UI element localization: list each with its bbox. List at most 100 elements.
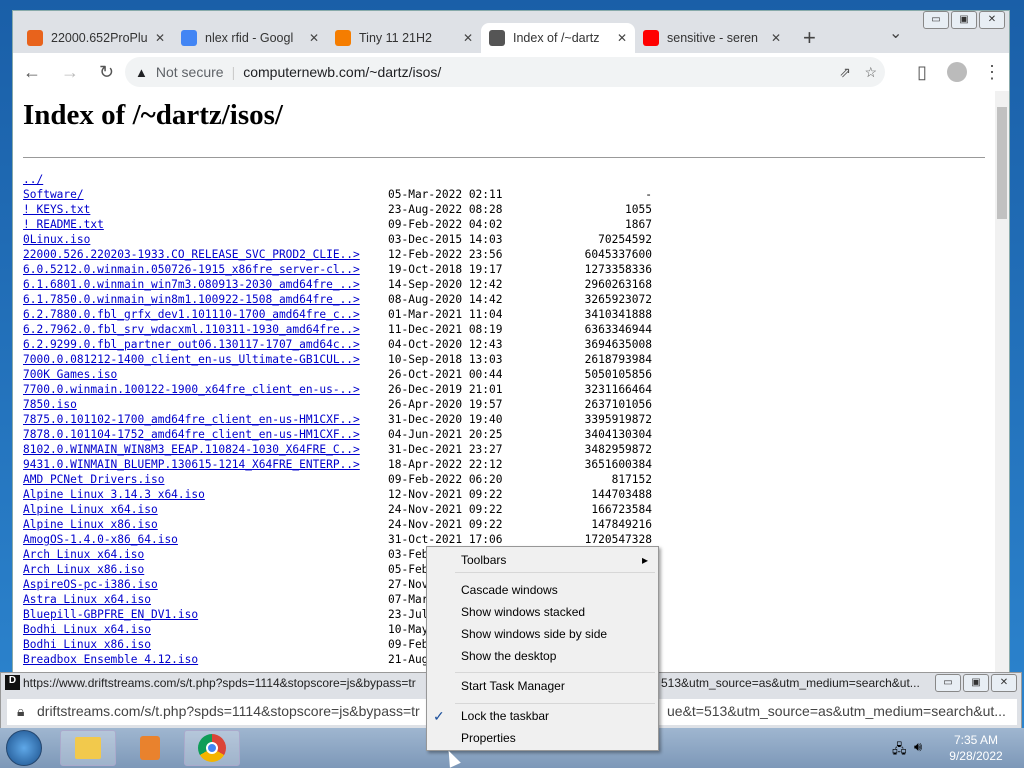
file-size: 2960263168 [584,278,652,291]
file-link[interactable]: Arch Linux x86.iso [23,562,388,577]
tab-close-icon[interactable]: ✕ [309,31,319,45]
list-item: 7850.iso 26-Apr-2020 19:57 2637101056 [23,397,652,412]
file-link[interactable]: Bodhi Linux x86.iso [23,637,388,652]
side-panel-icon[interactable]: ▯ [917,62,927,83]
menu-item[interactable]: Properties [461,728,516,748]
menu-item[interactable]: Show windows side by side [461,624,607,644]
file-size [548,172,652,187]
file-link[interactable]: 22000.526.220203-1933.CO_RELEASE_SVC_PRO… [23,247,388,262]
new-tab-button[interactable]: + [803,25,816,51]
popup-title-right: 513&utm_source=as&utm_medium=search&ut..… [661,676,920,690]
tab-close-icon[interactable]: ✕ [155,31,165,45]
profile-avatar[interactable] [947,62,967,82]
url-text[interactable]: computernewb.com/~dartz/isos/ [243,64,441,80]
file-date: 19-Oct-2018 19:17 [388,263,503,276]
file-link[interactable]: AspireOS-pc-i386.iso [23,577,388,592]
tab-close-icon[interactable]: ✕ [463,31,473,45]
file-link[interactable]: Arch Linux x64.iso [23,547,388,562]
tab-close-icon[interactable]: ✕ [771,31,781,45]
tab[interactable]: 22000.652ProPlu ✕ [19,23,173,53]
file-link[interactable]: Bluepill-GBPFRE_EN_DV1.iso [23,607,388,622]
file-date: 04-Oct-2020 12:43 [388,338,503,351]
tab-title: Tiny 11 21H2 [359,31,432,45]
forward-icon[interactable]: → [61,62,79,83]
menu-item[interactable]: Start Task Manager [461,676,565,696]
list-item: 6.2.7962.0.fbl_srv_wdacxml.110311-1930_a… [23,322,652,337]
file-link[interactable]: 7850.iso [23,397,388,412]
bookmark-star-icon[interactable]: ☆ [864,64,877,81]
tab[interactable]: nlex rfid - Googl ✕ [173,23,327,53]
menu-item[interactable]: Lock the taskbar [461,706,549,726]
file-link[interactable]: Astra Linux x64.iso [23,592,388,607]
file-link[interactable]: Alpine Linux x86.iso [23,517,388,532]
file-link[interactable]: ! README.txt [23,217,388,232]
minimize-button[interactable]: ▭ [923,11,949,29]
file-link[interactable]: 7000.0.081212-1400_client_en-us_Ultimate… [23,352,388,367]
file-size: 3395919872 [584,413,652,426]
file-link[interactable]: 7875.0.101102-1700_amd64fre_client_en-us… [23,412,388,427]
popup-minimize-button[interactable]: ▭ [935,674,961,692]
file-link[interactable]: 6.2.9299.0.fbl_partner_out06.130117-1707… [23,337,388,352]
file-link[interactable]: Software/ [23,187,388,202]
file-link[interactable]: AMD PCNet Drivers.iso [23,472,388,487]
file-date: 03-Dec-2015 14:03 [388,233,503,246]
file-link[interactable]: Alpine Linux x64.iso [23,502,388,517]
file-link[interactable]: 6.0.5212.0.winmain.050726-1915_x86fre_se… [23,262,388,277]
vertical-scrollbar[interactable] [995,91,1009,674]
file-link[interactable]: 6.2.7962.0.fbl_srv_wdacxml.110311-1930_a… [23,322,388,337]
file-link[interactable]: 9431.0.WINMAIN_BLUEMP.130615-1214_X64FRE… [23,457,388,472]
back-icon[interactable]: ← [23,62,41,83]
file-size: 6045337600 [584,248,652,261]
tab[interactable]: sensitive - seren ✕ [635,23,789,53]
menu-item[interactable]: Toolbars [461,550,506,570]
list-item: 22000.526.220203-1933.CO_RELEASE_SVC_PRO… [23,247,652,262]
reload-icon[interactable]: ↻ [99,62,114,83]
close-button[interactable]: ✕ [979,11,1005,29]
tab-title: 22000.652ProPlu [51,31,147,45]
tab[interactable]: Tiny 11 21H2 ✕ [327,23,481,53]
tab-search-icon[interactable]: ⌄ [889,23,902,43]
file-link[interactable]: AmogOS-1.4.0-x86_64.iso [23,532,388,547]
file-date: 09-Feb-2022 06:20 [388,473,503,486]
maximize-button[interactable]: ▣ [951,11,977,29]
list-item: 6.2.7880.0.fbl_grfx_dev1.101110-1700_amd… [23,307,652,322]
file-link[interactable]: 700K Games.iso [23,367,388,382]
volume-icon[interactable]: 🔊︎ [914,739,922,755]
clock[interactable]: 7:35 AM 9/28/2022 [944,732,1008,764]
menu-item[interactable]: Cascade windows [461,580,558,600]
file-link[interactable]: ! KEYS.txt [23,202,388,217]
file-link[interactable]: 6.1.7850.0.winmain_win8m1.100922-1508_am… [23,292,388,307]
list-item: 6.1.6801.0.winmain_win7m3.080913-2030_am… [23,277,652,292]
taskbar-media-player[interactable] [122,730,178,766]
file-link[interactable]: Breadbox Ensemble 4.12.iso [23,652,388,667]
menu-kebab-icon[interactable]: ⋮ [983,62,1001,83]
tab-close-icon[interactable]: ✕ [617,31,627,45]
popup-close-button[interactable]: ✕ [991,674,1017,692]
tab-title: Index of /~dartz [513,31,600,45]
menu-item[interactable]: Show the desktop [461,646,556,666]
file-link[interactable]: 0Linux.iso [23,232,388,247]
menu-item[interactable]: Show windows stacked [461,602,585,622]
file-link[interactable]: ../ [23,172,388,187]
file-size: 3231166464 [584,383,652,396]
file-link[interactable]: 7878.0.101104-1752_amd64fre_client_en-us… [23,427,388,442]
file-size: 2637101056 [584,398,652,411]
scrollbar-thumb[interactable] [997,107,1007,219]
file-link[interactable]: 6.1.6801.0.winmain_win7m3.080913-2030_am… [23,277,388,292]
network-icon[interactable]: 🖧︎ [892,740,907,762]
taskbar-chrome[interactable] [184,730,240,766]
popup-maximize-button[interactable]: ▣ [963,674,989,692]
file-size: 1273358336 [584,263,652,276]
file-link[interactable]: 7700.0.winmain.100122-1900_x64fre_client… [23,382,388,397]
file-link[interactable]: Alpine Linux 3.14.3 x64.iso [23,487,388,502]
share-icon[interactable]: ⇗ [839,64,851,81]
start-button[interactable] [6,730,42,766]
file-link[interactable]: Bodhi Linux x64.iso [23,622,388,637]
address-bar[interactable]: ▲ Not secure | computernewb.com/~dartz/i… [125,57,885,87]
file-link[interactable]: 8102.0.WINMAIN_WIN8M3_EEAP.110824-1030_X… [23,442,388,457]
tab[interactable]: Index of /~dartz ✕ [481,23,635,53]
list-item: 6.2.9299.0.fbl_partner_out06.130117-1707… [23,337,652,352]
file-link[interactable]: 6.2.7880.0.fbl_grfx_dev1.101110-1700_amd… [23,307,388,322]
taskbar-explorer[interactable] [60,730,116,766]
list-item: 7875.0.101102-1700_amd64fre_client_en-us… [23,412,652,427]
